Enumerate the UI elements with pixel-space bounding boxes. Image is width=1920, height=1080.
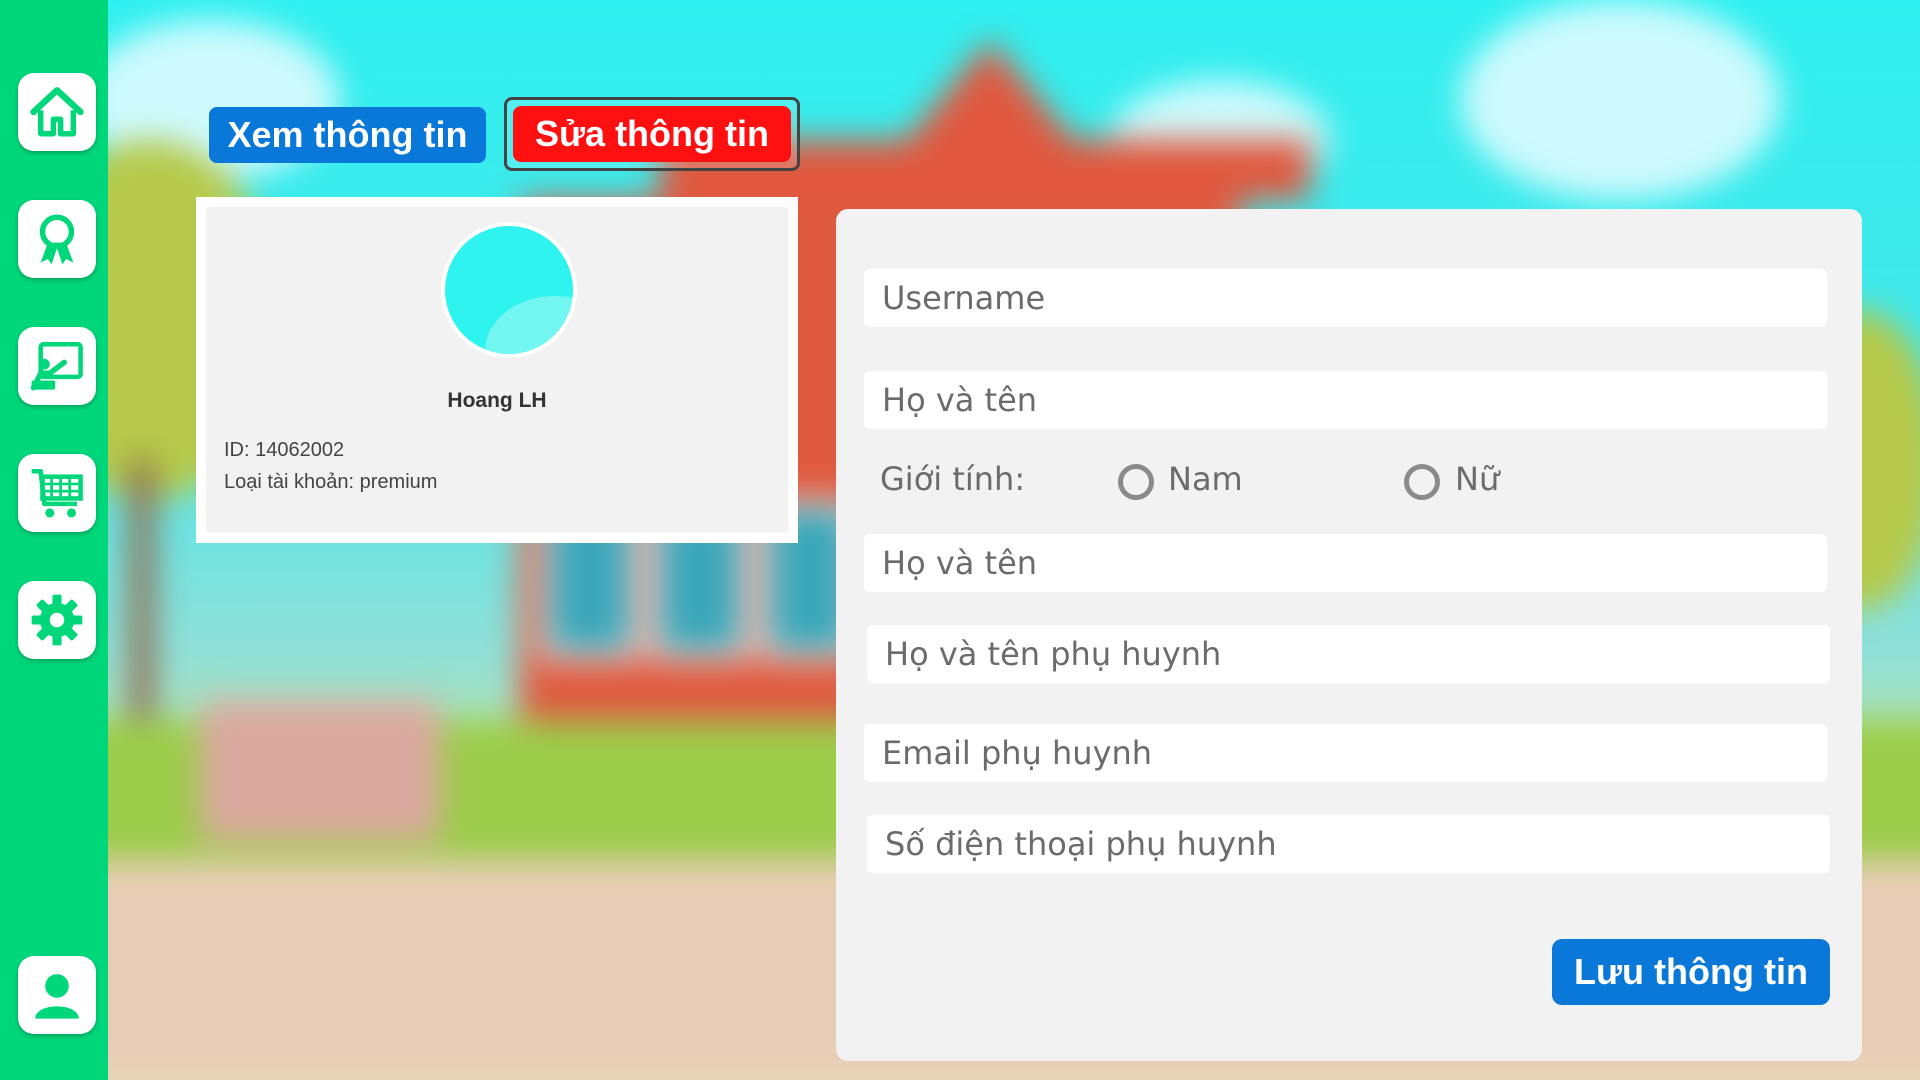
profile-id: ID: 14062002 — [224, 439, 345, 461]
gender-label: Giới tính: — [880, 460, 1026, 498]
nav-profile-button[interactable] — [18, 956, 96, 1034]
profile-card: Hoang LH ID: 14062002 Loại tài khoản: pr… — [196, 197, 798, 543]
profile-account-type: Loại tài khoản: premium — [224, 471, 438, 493]
sidebar — [0, 0, 108, 1080]
nav-achievements-button[interactable] — [18, 200, 96, 278]
fullname-field-2[interactable]: Họ và tên — [864, 534, 1827, 592]
fullname-field[interactable]: Họ và tên — [864, 371, 1827, 429]
avatar — [441, 222, 577, 358]
tab-edit-info[interactable]: Sửa thông tin — [513, 106, 791, 162]
gender-option-male-label[interactable]: Nam — [1168, 460, 1243, 498]
parent-phone-field[interactable]: Số điện thoại phụ huynh — [867, 815, 1830, 873]
gender-option-female-label[interactable]: Nữ — [1455, 460, 1499, 498]
nav-settings-button[interactable] — [18, 581, 96, 659]
parent-name-field[interactable]: Họ và tên phụ huynh — [867, 625, 1830, 683]
tab-view-info[interactable]: Xem thông tin — [209, 107, 486, 163]
username-field[interactable]: Username — [864, 269, 1827, 327]
gear-icon — [31, 594, 83, 646]
profile-name: Hoang LH — [447, 389, 547, 412]
parent-email-field[interactable]: Email phụ huynh — [864, 724, 1827, 782]
nav-classroom-button[interactable] — [18, 327, 96, 405]
nav-home-button[interactable] — [18, 73, 96, 151]
nav-shop-button[interactable] — [18, 454, 96, 532]
save-info-button[interactable]: Lưu thông tin — [1552, 939, 1830, 1005]
gender-radio-male[interactable] — [1118, 464, 1154, 500]
user-icon — [35, 974, 79, 1019]
home-icon — [30, 87, 84, 137]
shopping-cart-icon — [31, 468, 83, 518]
avatar-shine — [485, 296, 573, 354]
profile-card-body: Hoang LH ID: 14062002 Loại tài khoản: pr… — [206, 207, 788, 533]
award-ribbon-icon — [39, 214, 75, 265]
teacher-board-icon — [30, 341, 83, 391]
gender-radio-female[interactable] — [1404, 464, 1440, 500]
